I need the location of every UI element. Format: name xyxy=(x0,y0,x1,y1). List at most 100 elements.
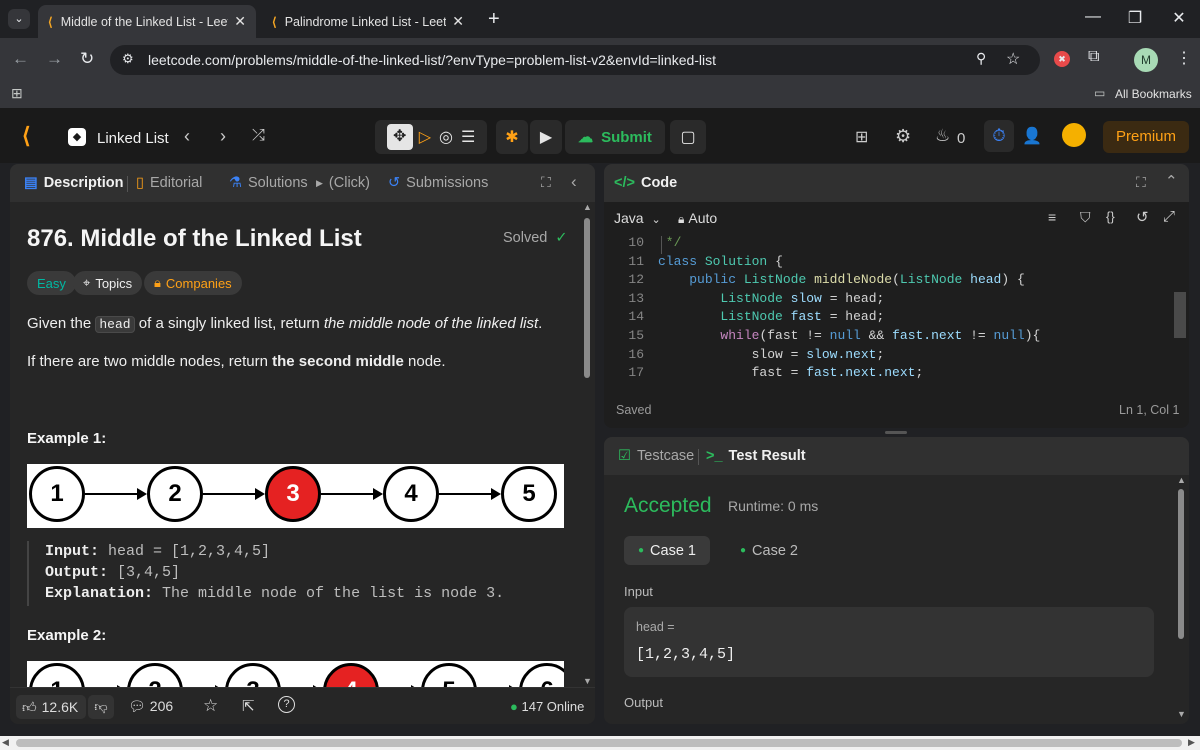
tab-solutions[interactable]: ⚗ Solutions xyxy=(229,175,308,191)
debug-button[interactable]: ✱ xyxy=(496,120,528,154)
list-node: 6 xyxy=(519,663,564,687)
braces-icon[interactable]: {} xyxy=(1106,209,1115,224)
tab-test-result[interactable]: >_ Test Result xyxy=(706,448,806,464)
problem-list-name[interactable]: Linked List xyxy=(97,130,169,147)
move-icon[interactable]: ✥ xyxy=(386,124,413,150)
close-window-icon[interactable]: ✕ xyxy=(1164,8,1194,28)
submit-button[interactable]: ☁ Submit xyxy=(565,120,665,154)
page-horizontal-scrollbar[interactable]: ◀ ▶ xyxy=(0,736,1200,750)
scroll-up-icon[interactable]: ▲ xyxy=(1177,475,1186,485)
prev-problem-icon[interactable]: ‹ xyxy=(184,126,190,147)
list-node: 5 xyxy=(421,663,477,687)
share-icon[interactable]: ⇱ xyxy=(242,697,255,715)
tab-description[interactable]: ▤ Description xyxy=(24,175,123,191)
like-button[interactable]: 👍︎ 12.6K xyxy=(16,695,86,719)
reset-icon[interactable]: ↺ xyxy=(1136,208,1149,226)
run-outline-icon[interactable]: ▷ xyxy=(419,127,431,147)
shuffle-icon[interactable]: ⤮ xyxy=(252,127,265,145)
apps-icon[interactable]: ⊞ xyxy=(11,85,23,102)
zoom-icon[interactable]: ⚲ xyxy=(976,50,986,67)
companies-button[interactable]: 🔒︎ Companies xyxy=(144,271,242,295)
minimize-icon[interactable]: — xyxy=(1078,8,1108,26)
layout-grid-icon[interactable]: ⊞ xyxy=(855,127,868,147)
list-node: 4 xyxy=(323,663,379,687)
restore-icon[interactable]: ❐ xyxy=(1120,8,1150,28)
notes-button[interactable]: ▢ xyxy=(670,120,706,154)
streak-flame-icon[interactable]: ♨ xyxy=(935,126,950,146)
thumbs-up-icon: 👍︎ xyxy=(22,698,37,715)
close-tab-icon[interactable]: ✕ xyxy=(452,13,464,30)
code-editor[interactable]: 10 */ 11 class Solution { 12 public ListN… xyxy=(604,234,1172,384)
problem-list-icon[interactable]: ◆ xyxy=(68,128,86,146)
list-arrow xyxy=(439,488,501,500)
collapse-code-icon[interactable]: ⌃ xyxy=(1165,172,1178,190)
collapse-panel-icon[interactable]: ‹ xyxy=(571,172,577,192)
bookmark-icon[interactable]: ⛉ xyxy=(1080,209,1091,226)
horizontal-scroll-thumb[interactable] xyxy=(16,739,1182,747)
browser-menu-icon[interactable]: ⋮ xyxy=(1176,48,1192,68)
format-icon[interactable]: ≡ xyxy=(1048,209,1056,225)
gear-icon[interactable]: ⚙ xyxy=(895,126,911,147)
language-select[interactable]: Java ⌄ xyxy=(614,210,661,226)
description-scrollbar[interactable]: ▲ ▼ xyxy=(583,202,592,686)
tab-click[interactable]: ▶ (Click) xyxy=(316,175,370,191)
new-tab-button[interactable]: + xyxy=(488,8,500,31)
tab-submissions[interactable]: ↺ Submissions xyxy=(388,175,488,191)
tab-testcase[interactable]: ☑ Testcase xyxy=(618,448,694,464)
site-info-icon[interactable]: ⚙ xyxy=(122,51,134,67)
back-icon[interactable]: ← xyxy=(12,49,29,69)
hide-icon[interactable]: ◎ xyxy=(439,127,453,147)
line-number: 13 xyxy=(628,290,644,306)
maximize-code-icon[interactable]: ⛶ xyxy=(1136,174,1146,191)
extensions-puzzle-icon[interactable]: ⧉ xyxy=(1088,48,1099,66)
expand-icon[interactable]: ⤢ xyxy=(1163,208,1175,225)
scroll-down-icon[interactable]: ▼ xyxy=(583,676,592,686)
scroll-thumb[interactable] xyxy=(584,218,590,378)
bookmark-star-icon[interactable]: ☆ xyxy=(1006,49,1020,69)
difficulty-badge[interactable]: Easy xyxy=(27,271,76,295)
scroll-down-icon[interactable]: ▼ xyxy=(1177,709,1186,719)
profile-avatar[interactable]: M xyxy=(1134,48,1158,72)
dislike-button[interactable]: 👎︎ xyxy=(88,695,114,719)
tab-editorial[interactable]: ▯ Editorial xyxy=(136,175,202,191)
scroll-right-icon[interactable]: ▶ xyxy=(1188,737,1195,748)
case-1-tab[interactable]: ● Case 1 xyxy=(624,536,710,565)
panel-resize-handle[interactable] xyxy=(885,431,907,434)
next-problem-icon[interactable]: › xyxy=(220,126,226,147)
favorite-star-icon[interactable]: ☆ xyxy=(203,696,218,716)
premium-button[interactable]: Premium xyxy=(1103,121,1189,153)
comments-button[interactable]: 💬︎ 206 xyxy=(128,698,173,715)
browser-tab-active[interactable]: ⟨ Middle of the Linked List - Leet ✕ xyxy=(38,5,256,38)
topics-label: Topics xyxy=(95,275,133,291)
reload-icon[interactable]: ↻ xyxy=(80,49,94,69)
play-icon: ▶ xyxy=(539,129,553,146)
companies-label: Companies xyxy=(165,275,232,291)
auto-mode[interactable]: 🔒︎ Auto xyxy=(678,210,717,227)
add-friend-icon[interactable]: 👤 xyxy=(1022,126,1042,146)
browser-tab[interactable]: ⟨ Palindrome Linked List - LeetCo ✕ xyxy=(262,5,474,38)
all-bookmarks-link[interactable]: All Bookmarks xyxy=(1115,87,1192,101)
maximize-panel-icon[interactable]: ⛶ xyxy=(541,174,551,191)
scroll-up-icon[interactable]: ▲ xyxy=(583,202,592,212)
timer-button[interactable]: ⏱ xyxy=(984,120,1014,152)
forward-icon[interactable]: → xyxy=(46,49,63,69)
settings-sliders-icon[interactable]: ☰ xyxy=(461,127,475,147)
topics-button[interactable]: ⌖ Topics xyxy=(73,271,143,295)
address-bar[interactable]: ⚙ leetcode.com/problems/middle-of-the-li… xyxy=(110,45,1040,75)
leetcode-logo[interactable]: ⟨ xyxy=(22,123,31,149)
scroll-thumb[interactable] xyxy=(1178,489,1184,639)
extension-icon[interactable]: ✖ xyxy=(1054,51,1070,67)
code-scrollbar-thumb[interactable] xyxy=(1174,292,1186,338)
comment-icon: 💬︎ xyxy=(128,698,146,714)
tab-title: Middle of the Linked List - Leet xyxy=(60,14,229,29)
tab-code[interactable]: </> Code xyxy=(614,175,677,191)
help-icon[interactable]: ? xyxy=(278,696,295,713)
run-button[interactable]: ▶ xyxy=(530,120,562,154)
scroll-left-icon[interactable]: ◀ xyxy=(2,737,9,748)
code-line: 16 slow = slow.next; xyxy=(604,346,1172,365)
user-avatar[interactable] xyxy=(1062,123,1086,147)
case-2-tab[interactable]: ● Case 2 xyxy=(726,536,812,565)
tab-search-button[interactable]: ⌄ xyxy=(8,9,30,29)
close-tab-icon[interactable]: ✕ xyxy=(234,13,246,30)
result-scrollbar[interactable]: ▲ ▼ xyxy=(1176,475,1186,720)
